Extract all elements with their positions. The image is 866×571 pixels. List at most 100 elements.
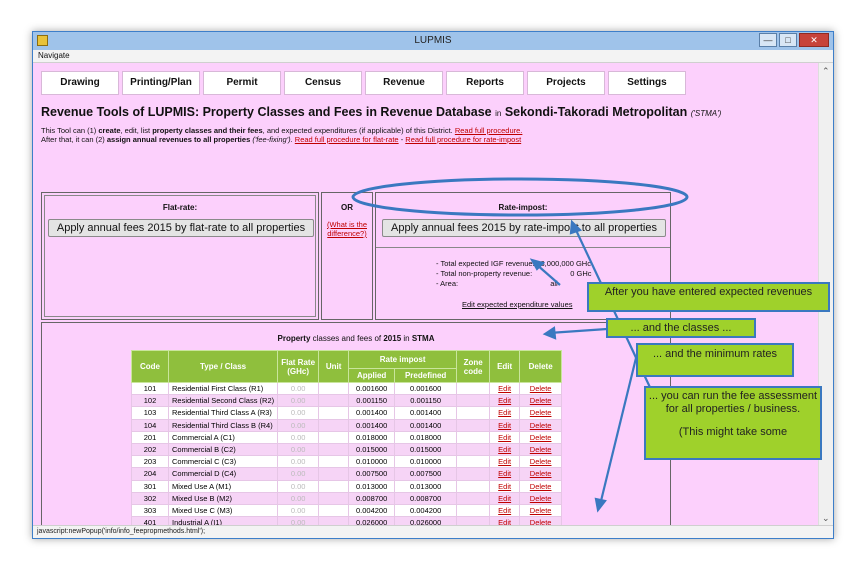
edit-link[interactable]: Edit	[489, 442, 521, 457]
cell-flat-rate: 0.00	[277, 394, 320, 408]
col-applied: Applied	[348, 368, 396, 383]
page-title: Revenue Tools of LUPMIS: Property Classe…	[41, 105, 721, 119]
tab-drawing[interactable]: Drawing	[41, 71, 119, 95]
cell-unit	[318, 455, 350, 469]
edit-link[interactable]: Edit	[489, 479, 521, 493]
callout-fee-line-2: for all properties / business.	[665, 403, 801, 415]
col-unit: Unit	[318, 350, 350, 383]
delete-link[interactable]: Delete	[519, 442, 563, 457]
cell-applied: 0.018000	[348, 430, 396, 444]
edit-link[interactable]: Edit	[489, 418, 521, 432]
edit-link[interactable]: Edit	[489, 455, 521, 469]
intro-text-part: , edit, list	[120, 126, 153, 135]
cell-predefined: 0.004200	[394, 503, 458, 518]
fees-table: Code Type / Class Flat Rate (GHc) Unit R…	[131, 350, 563, 527]
cell-applied: 0.015000	[348, 442, 396, 457]
delete-link[interactable]: Delete	[519, 503, 563, 518]
delete-link[interactable]: Delete	[519, 430, 563, 444]
maximize-icon[interactable]: □	[779, 33, 797, 47]
flat-rate-label: Flat-rate:	[162, 203, 198, 212]
tab-permit[interactable]: Permit	[203, 71, 281, 95]
apply-flat-rate-button[interactable]: Apply annual fees 2015 by flat-rate to a…	[48, 219, 314, 237]
delete-link[interactable]: Delete	[519, 406, 563, 420]
edit-link[interactable]: Edit	[489, 406, 521, 420]
flat-rate-frame	[44, 195, 316, 317]
cell-applied: 0.007500	[348, 467, 396, 481]
district-name: Sekondi-Takoradi Metropolitan	[504, 105, 688, 119]
col-rate-impost: Rate impost	[348, 350, 458, 369]
cell-type: Commercial C (C3)	[167, 455, 279, 469]
cell-predefined: 0.001400	[394, 406, 458, 420]
delete-link[interactable]: Delete	[519, 479, 563, 493]
what-is-difference-link[interactable]: (What is the difference?)	[324, 220, 370, 238]
close-icon[interactable]: ✕	[799, 33, 829, 47]
delete-link[interactable]: Delete	[519, 467, 563, 481]
cell-type: Mixed Use A (M1)	[167, 479, 279, 493]
cell-zone-code	[456, 503, 491, 518]
menu-navigate[interactable]: Navigate	[38, 51, 70, 60]
main-tabs: Drawing Printing/Plan Permit Census Reve…	[41, 71, 686, 95]
delete-link[interactable]: Delete	[519, 381, 563, 396]
cell-code: 203	[131, 455, 169, 469]
apply-rate-impost-button[interactable]: Apply annual fees 2015 by rate-impost to…	[382, 219, 666, 237]
edit-expenditure-link[interactable]: Edit expected expenditure values	[462, 300, 573, 310]
cell-zone-code	[456, 467, 491, 481]
cell-type: Residential Second Class (R2)	[167, 394, 279, 408]
table-row: 101 Residential First Class (R1) 0.00 0.001…	[131, 381, 563, 396]
tab-printing-plan[interactable]: Printing/Plan	[122, 71, 200, 95]
edit-link[interactable]: Edit	[489, 467, 521, 481]
tab-projects[interactable]: Projects	[527, 71, 605, 95]
cell-flat-rate: 0.00	[277, 491, 320, 505]
caption-year: 2015	[383, 334, 402, 343]
cell-applied: 0.001400	[348, 418, 396, 432]
edit-link[interactable]: Edit	[489, 491, 521, 505]
cell-unit	[318, 394, 350, 408]
callout-minimum-rates: ... and the minimum rates	[636, 343, 794, 377]
read-full-procedure-link[interactable]: Read full procedure.	[455, 126, 523, 135]
delete-link[interactable]: Delete	[519, 455, 563, 469]
cell-type: Residential Third Class B (R4)	[167, 418, 279, 432]
cell-predefined: 0.018000	[394, 430, 458, 444]
district-code: ('STMA')	[690, 109, 722, 118]
cell-unit	[318, 442, 350, 457]
procedure-rate-impost-link[interactable]: Read full procedure for rate-impost	[405, 135, 521, 144]
tab-settings[interactable]: Settings	[608, 71, 686, 95]
cell-code: 303	[131, 503, 169, 518]
delete-link[interactable]: Delete	[519, 491, 563, 505]
table-row: 202 Commercial B (C2) 0.00 0.015000 0.015000…	[131, 442, 563, 457]
status-bar: javascript:newPopup('info/info_feepropme…	[33, 525, 833, 538]
tab-revenue[interactable]: Revenue	[365, 71, 443, 95]
cell-type: Mixed Use B (M2)	[167, 491, 279, 505]
delete-link[interactable]: Delete	[519, 394, 563, 408]
procedure-flat-rate-link[interactable]: Read full procedure for flat-rate	[295, 135, 399, 144]
scroll-down-icon[interactable]: ⌄	[822, 513, 830, 524]
cell-unit	[318, 491, 350, 505]
edit-link[interactable]: Edit	[489, 394, 521, 408]
caption-part: classes and fees of	[310, 334, 384, 343]
tab-reports[interactable]: Reports	[446, 71, 524, 95]
callout-fee-assessment: ... you can run the fee assessment for a…	[644, 386, 822, 460]
edit-link[interactable]: Edit	[489, 503, 521, 518]
nonprop-value: 0 GHc	[570, 269, 592, 278]
tab-census[interactable]: Census	[284, 71, 362, 95]
table-row: 102 Residential Second Class (R2) 0.00 0.00…	[131, 394, 563, 408]
caption-district: STMA	[411, 334, 435, 343]
cell-flat-rate: 0.00	[277, 430, 320, 444]
cell-flat-rate: 0.00	[277, 406, 320, 420]
cell-predefined: 0.013000	[394, 479, 458, 493]
col-zone-code: Zone code	[456, 350, 491, 383]
intro-bold: create	[98, 126, 121, 135]
page-title-in: in	[495, 109, 502, 118]
area-value: all	[550, 279, 558, 288]
scroll-up-icon[interactable]: ⌃	[822, 66, 830, 77]
minimize-icon[interactable]: —	[759, 33, 777, 47]
edit-link[interactable]: Edit	[489, 430, 521, 444]
delete-link[interactable]: Delete	[519, 418, 563, 432]
cell-zone-code	[456, 491, 491, 505]
col-edit: Edit	[489, 350, 521, 383]
intro-line-1: This Tool can (1) create, edit, list pro…	[41, 126, 522, 135]
cell-flat-rate: 0.00	[277, 479, 320, 493]
cell-type: Commercial A (C1)	[167, 430, 279, 444]
edit-link[interactable]: Edit	[489, 381, 521, 396]
cell-zone-code	[456, 418, 491, 432]
